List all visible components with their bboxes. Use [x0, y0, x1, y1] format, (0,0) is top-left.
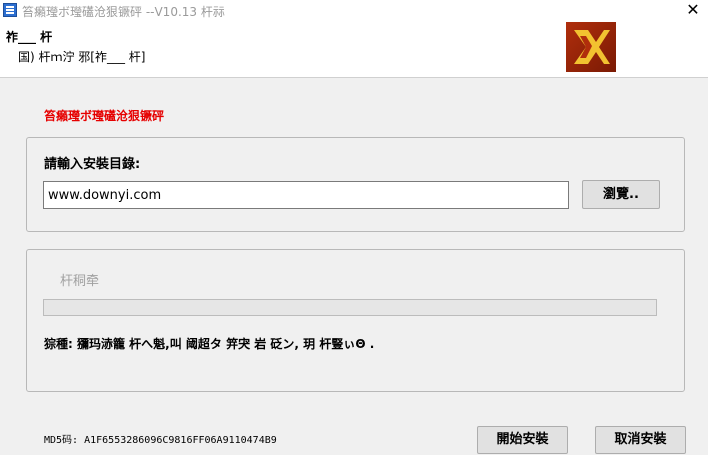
header-divider — [0, 77, 708, 78]
window-title: 笞癩㼆ボ㼆礚沧狠镢砰 --V10.13 杆祘 — [22, 5, 225, 19]
header-title: 祚___ 杆 — [6, 30, 53, 44]
app-icon — [3, 3, 17, 17]
logo-icon — [566, 22, 616, 72]
header-banner: 祚___ 杆 国) 杆ｍ泞 邪[祚___ 杆] — [0, 22, 708, 78]
progress-bar — [43, 299, 657, 316]
install-dir-input[interactable] — [43, 181, 569, 209]
install-dir-label: 請輸入安裝目錄: — [44, 157, 141, 172]
status-text: 猔種: 獼玛浾籠 杆へ魁,叫 阈超タ 笄宊 岩 砭ン, 玥 杆豎ぃΘ . — [44, 337, 375, 351]
progress-label: 杆秱牵 — [60, 274, 100, 289]
start-install-button[interactable]: 開始安裝 — [477, 426, 568, 454]
browse-button[interactable]: 瀏覽.. — [582, 180, 660, 209]
cancel-install-button[interactable]: 取消安裝 — [595, 426, 686, 454]
product-title: 笞癩㼆ボ㼆礚沧狠镢砰 — [44, 109, 165, 123]
header-subtitle: 国) 杆ｍ泞 邪[祚___ 杆] — [18, 50, 146, 64]
close-button[interactable]: ✕ — [684, 1, 702, 19]
progress-group — [26, 249, 685, 392]
md5-hash: MD5码: A1F6553286096C9816FF06A9110474B9 — [44, 435, 277, 446]
title-bar: 笞癩㼆ボ㼆礚沧狠镢砰 --V10.13 杆祘 ✕ — [0, 0, 708, 22]
